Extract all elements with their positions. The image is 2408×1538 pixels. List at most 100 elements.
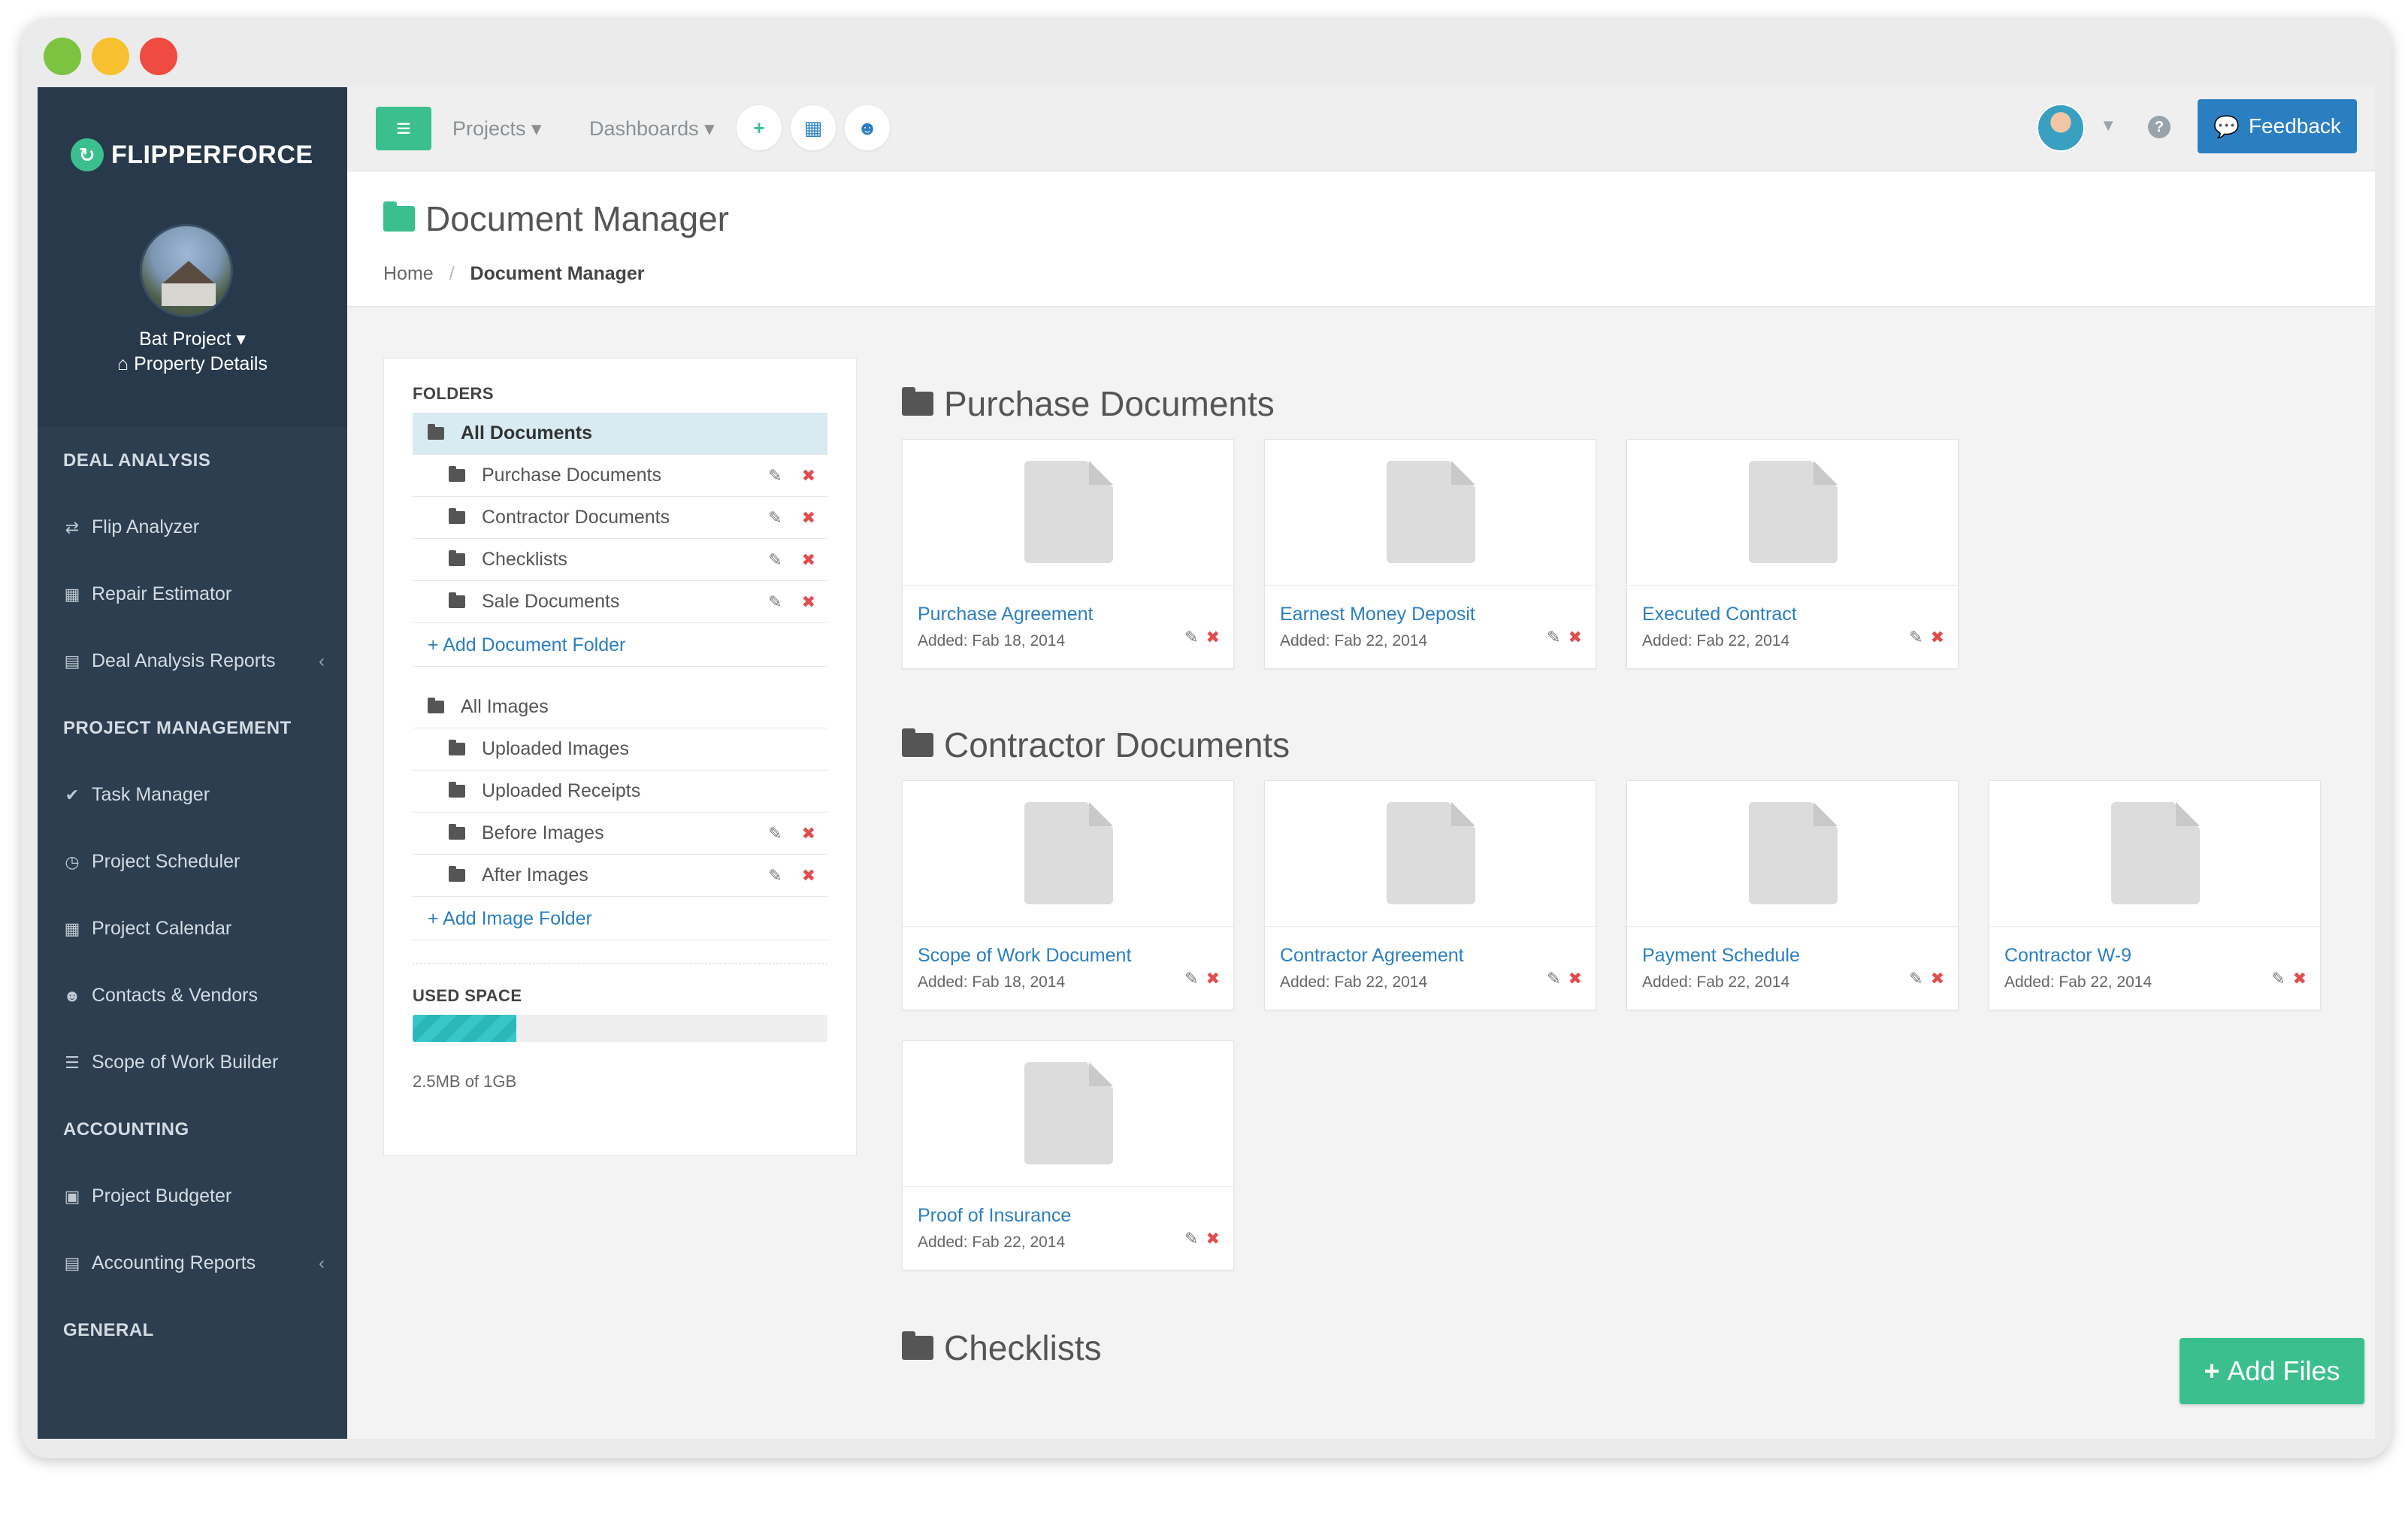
document-name[interactable]: Payment Schedule <box>1642 945 1800 967</box>
minimize-button[interactable] <box>92 38 129 75</box>
document-card[interactable]: Executed Contract Added: Fab 22, 2014 ✎ ✖ <box>1626 439 1959 669</box>
document-thumbnail[interactable] <box>903 781 1233 927</box>
pencil-icon[interactable]: ✎ <box>768 866 782 886</box>
document-card[interactable]: Payment Schedule Added: Fab 22, 2014 ✎ ✖ <box>1626 780 1959 1010</box>
delete-icon[interactable]: ✖ <box>1206 1229 1220 1249</box>
document-name[interactable]: Earnest Money Deposit <box>1280 604 1475 625</box>
add-files-button[interactable]: + Add Files <box>2180 1338 2364 1404</box>
file-icon: ▤ <box>64 1254 80 1273</box>
document-thumbnail[interactable] <box>903 440 1233 586</box>
document-name[interactable]: Scope of Work Document <box>918 945 1131 967</box>
delete-icon[interactable]: ✖ <box>1931 628 1944 647</box>
projects-dropdown[interactable]: Projects ▾ <box>452 117 542 141</box>
menu-toggle-button[interactable]: ≡ <box>376 107 431 150</box>
breadcrumb-separator: / <box>449 263 455 284</box>
pencil-icon[interactable]: ✎ <box>768 592 782 612</box>
sidebar-item-project-budgeter[interactable]: ▣ Project Budgeter <box>38 1163 347 1230</box>
sidebar-item-flip-analyzer[interactable]: ⇄ Flip Analyzer <box>38 494 347 561</box>
folder-checklists[interactable]: Checklists ✎ ✖ <box>413 539 827 581</box>
add-button[interactable]: + <box>737 105 782 150</box>
sidebar-item-accounting-reports[interactable]: ▤ Accounting Reports ‹ <box>38 1230 347 1297</box>
folder-after-images[interactable]: After Images ✎ ✖ <box>413 855 827 897</box>
document-card[interactable]: Contractor Agreement Added: Fab 22, 2014… <box>1264 780 1596 1010</box>
folder-all-images[interactable]: All Images <box>413 686 827 728</box>
feedback-button[interactable]: 💬 Feedback <box>2198 99 2357 153</box>
folder-contractor-documents[interactable]: Contractor Documents ✎ ✖ <box>413 497 827 539</box>
property-details-link[interactable]: ⌂ Property Details <box>38 353 347 375</box>
folder-icon <box>449 550 465 566</box>
folder-uploaded-receipts[interactable]: Uploaded Receipts <box>413 771 827 813</box>
team-button[interactable]: ☻ <box>845 105 890 150</box>
pencil-icon[interactable]: ✎ <box>1184 969 1198 988</box>
help-icon[interactable]: ? <box>2148 116 2171 138</box>
document-thumbnail[interactable] <box>1989 781 2320 927</box>
pencil-icon[interactable]: ✎ <box>1547 628 1560 647</box>
document-date: Added: Fab 22, 2014 <box>1280 632 1428 649</box>
delete-icon[interactable]: ✖ <box>802 466 815 486</box>
zoom-button[interactable] <box>44 38 81 75</box>
document-name[interactable]: Executed Contract <box>1642 604 1797 625</box>
delete-icon[interactable]: ✖ <box>1206 969 1220 988</box>
chevron-down-icon[interactable]: ▼ <box>2100 116 2116 135</box>
document-name[interactable]: Proof of Insurance <box>918 1205 1071 1227</box>
pencil-icon[interactable]: ✎ <box>768 508 782 528</box>
delete-icon[interactable]: ✖ <box>1931 969 1944 988</box>
delete-icon[interactable]: ✖ <box>802 592 815 612</box>
brand-logo[interactable]: ↻ FLIPPERFORCE <box>71 138 313 171</box>
sidebar-item-project-calendar[interactable]: ▦ Project Calendar <box>38 895 347 962</box>
pencil-icon[interactable]: ✎ <box>1184 1229 1198 1249</box>
document-name[interactable]: Purchase Agreement <box>918 604 1093 625</box>
folder-purchase-documents[interactable]: Purchase Documents ✎ ✖ <box>413 455 827 497</box>
pencil-icon[interactable]: ✎ <box>768 466 782 486</box>
delete-icon[interactable]: ✖ <box>2293 969 2307 988</box>
document-thumbnail[interactable] <box>1265 440 1596 586</box>
close-button[interactable] <box>140 38 177 75</box>
delete-icon[interactable]: ✖ <box>802 824 815 843</box>
delete-icon[interactable]: ✖ <box>802 508 815 528</box>
folder-before-images[interactable]: Before Images ✎ ✖ <box>413 813 827 855</box>
add-image-folder-link[interactable]: + Add Image Folder <box>413 897 827 940</box>
document-thumbnail[interactable] <box>903 1041 1233 1187</box>
delete-icon[interactable]: ✖ <box>802 866 815 886</box>
sidebar-item-scope-of-work-builder[interactable]: ☰ Scope of Work Builder <box>38 1029 347 1096</box>
dashboards-dropdown[interactable]: Dashboards ▾ <box>589 117 715 141</box>
calendar-button[interactable]: ▦ <box>791 105 836 150</box>
sidebar-item-contacts-vendors[interactable]: ☻ Contacts & Vendors <box>38 962 347 1029</box>
folder-sale-documents[interactable]: Sale Documents ✎ ✖ <box>413 581 827 623</box>
document-card[interactable]: Proof of Insurance Added: Fab 22, 2014 ✎… <box>902 1040 1234 1270</box>
sidebar-item-project-scheduler[interactable]: ◷ Project Scheduler <box>38 828 347 895</box>
document-thumbnail[interactable] <box>1265 781 1596 927</box>
document-card[interactable]: Purchase Agreement Added: Fab 18, 2014 ✎… <box>902 439 1234 669</box>
pencil-icon[interactable]: ✎ <box>1184 628 1198 647</box>
sidebar: ↻ FLIPPERFORCE Bat Project ▾ ⌂ Property … <box>38 87 347 1439</box>
project-selector[interactable]: Bat Project ▾ <box>38 328 347 350</box>
sidebar-item-deal-analysis-reports[interactable]: ▤ Deal Analysis Reports ‹ <box>38 628 347 695</box>
delete-icon[interactable]: ✖ <box>1569 969 1582 988</box>
document-card[interactable]: Contractor W-9 Added: Fab 22, 2014 ✎ ✖ <box>1989 780 2321 1010</box>
document-card[interactable]: Earnest Money Deposit Added: Fab 22, 201… <box>1264 439 1596 669</box>
pencil-icon[interactable]: ✎ <box>2271 969 2285 988</box>
document-card[interactable]: Scope of Work Document Added: Fab 18, 20… <box>902 780 1234 1010</box>
pencil-icon[interactable]: ✎ <box>768 824 782 843</box>
pencil-icon[interactable]: ✎ <box>1909 969 1922 988</box>
pencil-icon[interactable]: ✎ <box>1909 628 1922 647</box>
document-name[interactable]: Contractor W-9 <box>2004 945 2131 967</box>
user-avatar[interactable] <box>2037 104 2085 152</box>
document-thumbnail[interactable] <box>1627 440 1958 586</box>
folder-uploaded-images[interactable]: Uploaded Images <box>413 728 827 771</box>
folder-label: Uploaded Images <box>482 738 629 759</box>
sidebar-item-repair-estimator[interactable]: ▦ Repair Estimator <box>38 561 347 628</box>
pencil-icon[interactable]: ✎ <box>768 550 782 570</box>
breadcrumb-home[interactable]: Home <box>383 263 434 284</box>
delete-icon[interactable]: ✖ <box>1569 628 1582 647</box>
folder-all-documents[interactable]: All Documents <box>413 413 827 455</box>
delete-icon[interactable]: ✖ <box>802 550 815 570</box>
money-icon: ▣ <box>64 1187 80 1206</box>
pencil-icon[interactable]: ✎ <box>1547 969 1560 988</box>
delete-icon[interactable]: ✖ <box>1206 628 1220 647</box>
document-thumbnail[interactable] <box>1627 781 1958 927</box>
sidebar-item-task-manager[interactable]: ✔ Task Manager <box>38 761 347 828</box>
add-document-folder-link[interactable]: + Add Document Folder <box>413 623 827 667</box>
project-avatar[interactable] <box>140 224 233 317</box>
document-name[interactable]: Contractor Agreement <box>1280 945 1464 967</box>
